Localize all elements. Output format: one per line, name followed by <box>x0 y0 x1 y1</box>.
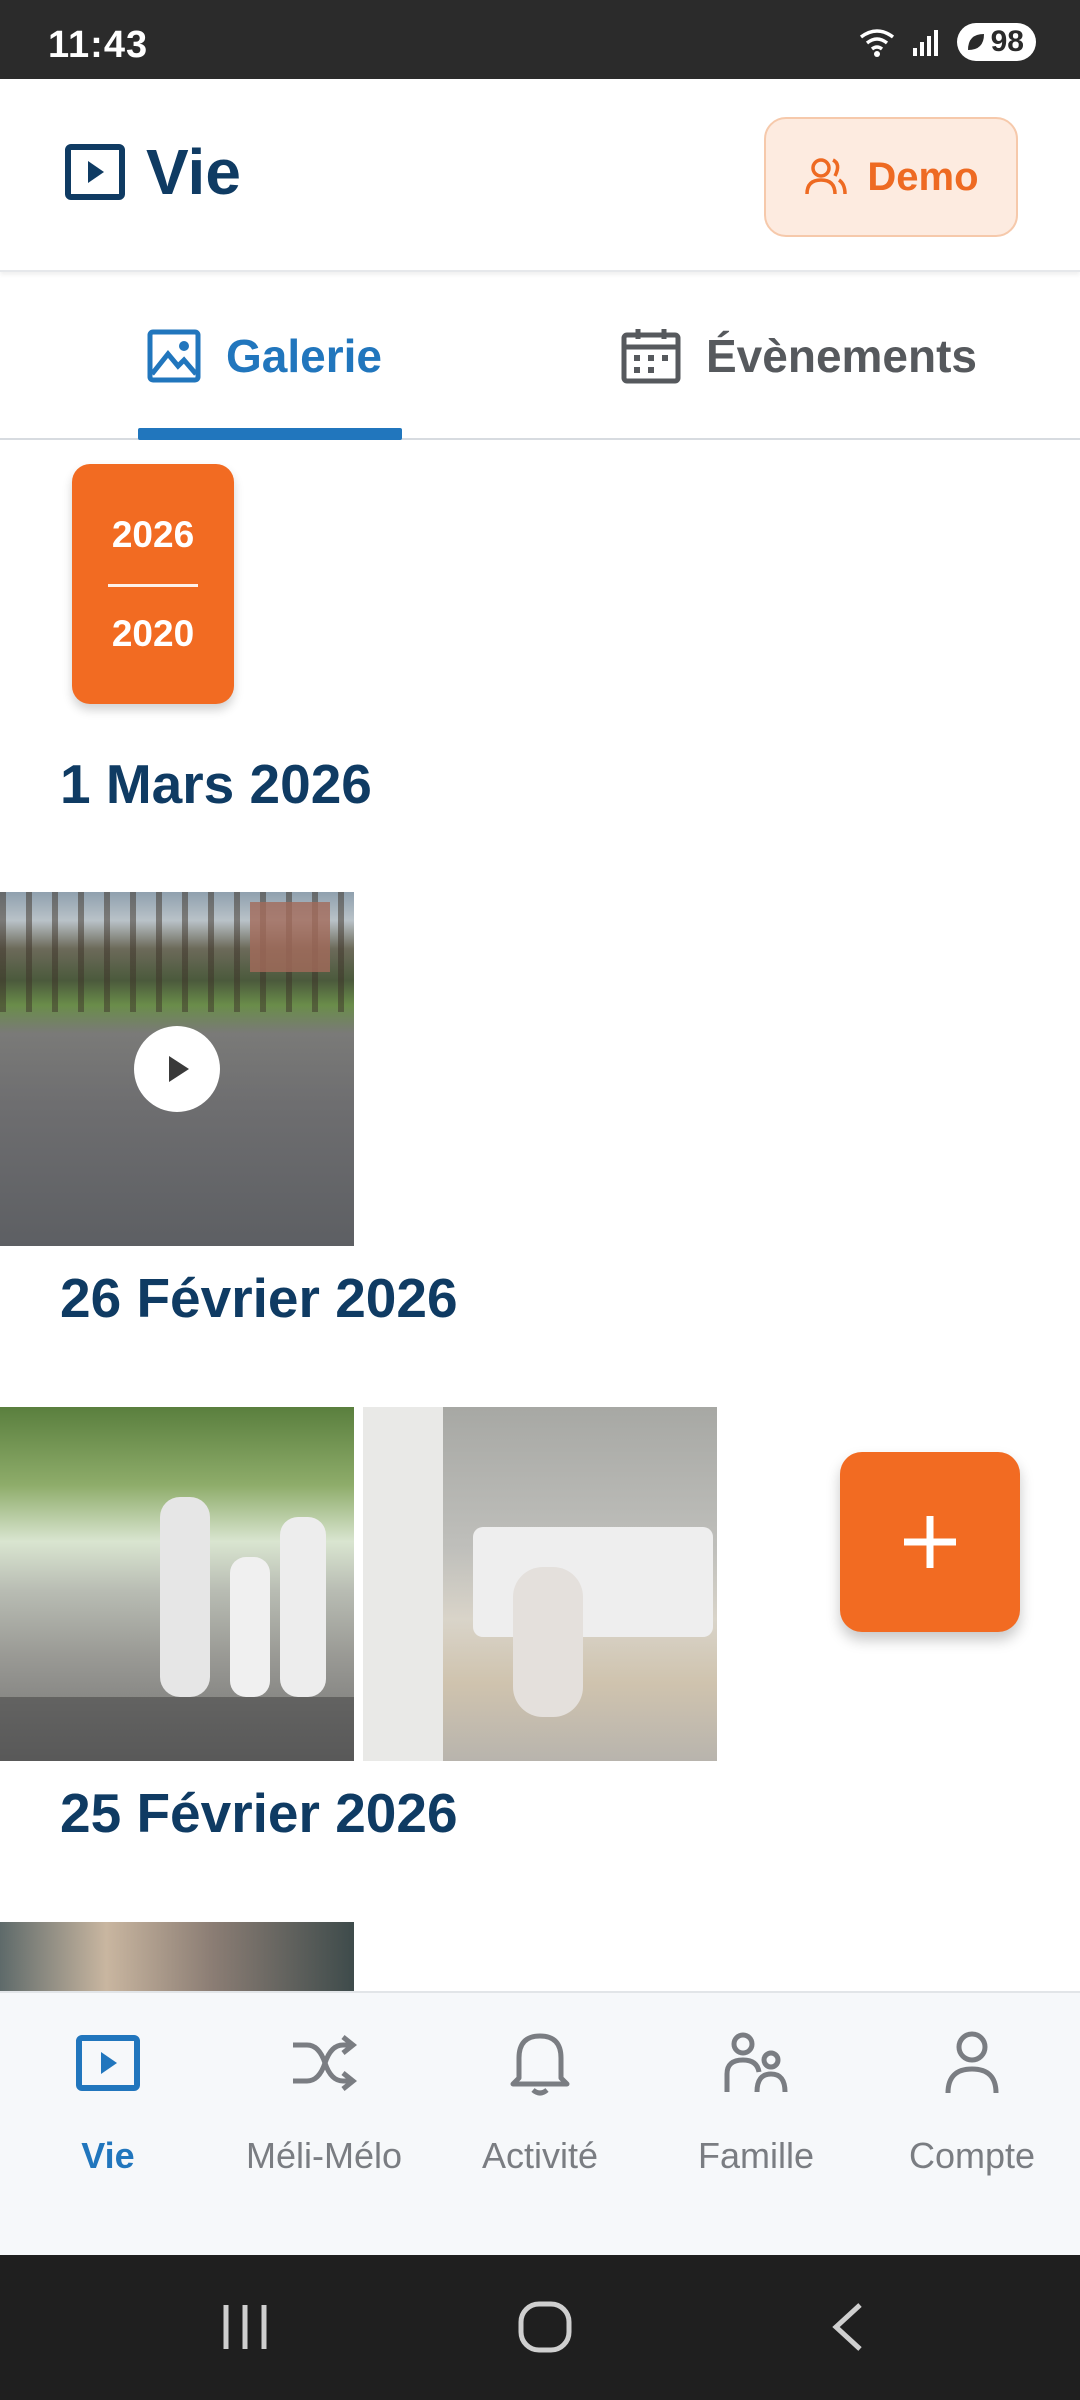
nav-item-meli-melo[interactable]: Méli-Mélo <box>216 1993 432 2257</box>
year-range-to: 2020 <box>111 612 195 654</box>
user-icon <box>945 2031 999 2094</box>
thumbnail-image-detail <box>363 1407 443 1761</box>
thumbnail-image-detail <box>250 902 330 972</box>
video-thumbnail[interactable] <box>0 892 354 1246</box>
play-button[interactable] <box>134 1026 220 1112</box>
photo-thumbnail[interactable] <box>363 1407 717 1761</box>
demo-button-label: Demo <box>867 154 979 199</box>
wifi-icon <box>859 29 894 57</box>
year-range-from: 2026 <box>111 513 195 555</box>
bottom-navigation: Vie Méli-Mélo Activité Famille Compte <box>0 1991 1080 2255</box>
year-range-filter[interactable]: 2026 2020 <box>72 464 234 704</box>
plus-icon <box>904 1516 956 1568</box>
nav-item-activite[interactable]: Activité <box>432 1993 648 2257</box>
date-heading: 25 Février 2026 <box>60 1782 458 1844</box>
date-heading: 1 Mars 2026 <box>60 753 372 815</box>
add-button[interactable] <box>840 1452 1020 1632</box>
tab-galerie-label: Galerie <box>226 330 382 382</box>
thumbnail-image-detail <box>0 1697 354 1761</box>
tab-evenements[interactable]: Évènements <box>620 272 977 440</box>
nav-item-label: Famille <box>697 2135 814 2176</box>
thumbnail-image-detail <box>513 1567 583 1717</box>
battery-indicator: 98 <box>956 23 1036 61</box>
date-heading: 26 Février 2026 <box>60 1267 458 1329</box>
demo-button[interactable]: Demo <box>764 117 1018 237</box>
image-icon <box>147 329 201 383</box>
nav-item-compte[interactable]: Compte <box>864 1993 1080 2257</box>
tab-galerie[interactable]: Galerie <box>146 272 382 440</box>
nav-item-label: Activité <box>481 2135 599 2176</box>
home-icon[interactable] <box>516 2299 574 2355</box>
active-tab-indicator <box>138 428 402 440</box>
play-square-icon <box>65 144 125 200</box>
status-icons: 98 <box>857 22 1036 62</box>
signal-icon <box>912 30 938 56</box>
leaf-icon <box>967 34 984 50</box>
tab-evenements-label: Évènements <box>706 330 978 382</box>
nav-item-label: Compte <box>908 2135 1036 2176</box>
play-icon <box>169 1056 189 1082</box>
family-icon <box>724 2032 788 2093</box>
thumbnail-image-detail <box>280 1517 326 1697</box>
battery-level: 98 <box>990 25 1024 58</box>
play-square-icon <box>76 2035 140 2091</box>
thumbnail-image-detail <box>473 1527 713 1637</box>
thumbnail-image-detail <box>160 1497 210 1697</box>
photo-thumbnail[interactable] <box>0 1407 354 1761</box>
recent-apps-icon[interactable] <box>218 2299 272 2355</box>
shuffle-icon <box>293 2035 358 2091</box>
system-navigation-bar <box>0 2255 1080 2400</box>
nav-item-label: Vie <box>81 2135 135 2176</box>
status-bar: 11:43 98 <box>0 0 1080 79</box>
page-title: Vie <box>146 136 241 208</box>
nav-item-famille[interactable]: Famille <box>648 1993 864 2257</box>
page-title-group: Vie <box>64 135 241 209</box>
photo-thumbnail[interactable] <box>0 1922 354 1992</box>
app-header: Vie Demo <box>0 79 1080 272</box>
nav-item-vie[interactable]: Vie <box>0 1993 216 2257</box>
back-icon[interactable] <box>826 2299 870 2355</box>
tab-bar: Galerie Évènements <box>0 272 1080 440</box>
year-range-divider <box>108 583 198 587</box>
bell-icon <box>510 2033 570 2096</box>
thumbnail-image-detail <box>230 1557 270 1697</box>
status-time: 11:43 <box>48 24 149 66</box>
users-icon <box>805 158 848 195</box>
nav-item-label: Méli-Mélo <box>245 2135 403 2176</box>
calendar-icon <box>621 329 681 384</box>
